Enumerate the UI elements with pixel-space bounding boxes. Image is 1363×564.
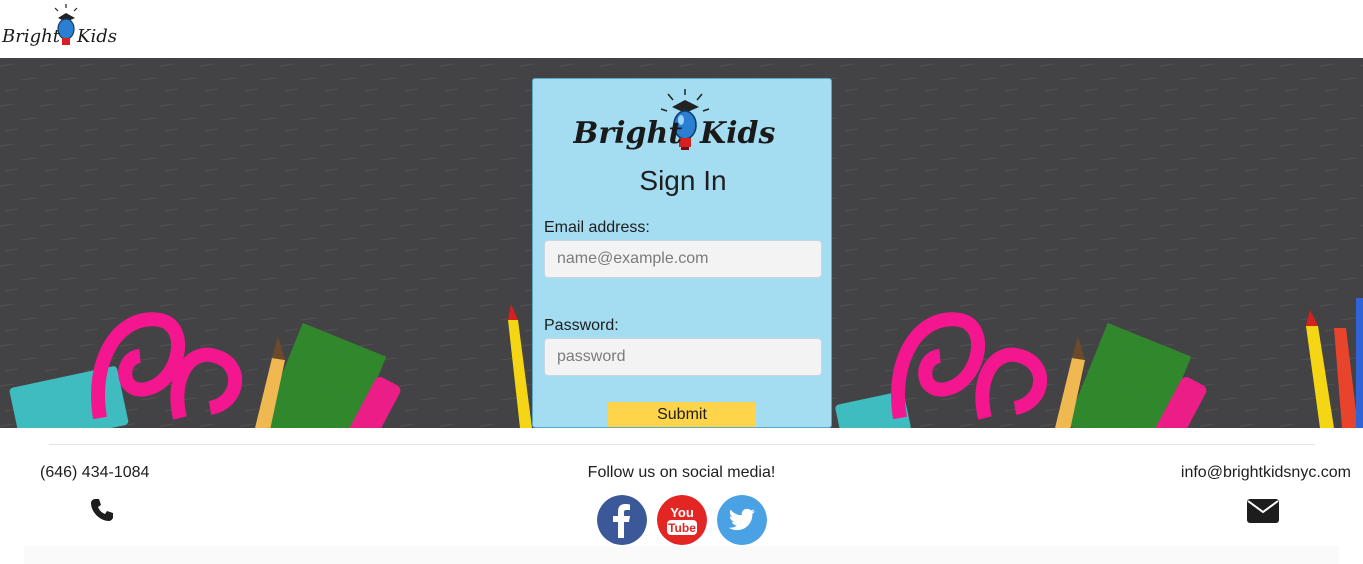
youtube-text-you: You	[670, 505, 694, 520]
password-field[interactable]	[544, 338, 822, 376]
logo-text-kids: Kids	[699, 116, 775, 151]
logo-text-bright: Bright	[1, 26, 61, 47]
envelope-icon[interactable]	[1247, 499, 1279, 523]
signin-card: Bright Kids Sign In Email address: Passw…	[532, 78, 832, 428]
signin-title: Sign In	[639, 165, 727, 196]
social-links: You Tube	[597, 495, 769, 547]
brightkids-logo[interactable]: Bright Kids	[0, 4, 122, 54]
submit-button[interactable]: Submit	[608, 402, 756, 427]
page-footer: (646) 434-1084 Follow us on social media…	[0, 428, 1363, 564]
youtube-text-tube: Tube	[668, 521, 696, 535]
logo-text-bright: Bright	[573, 116, 682, 151]
twitter-icon[interactable]	[717, 495, 767, 545]
brightkids-card-logo: Bright Kids	[573, 89, 775, 151]
phone-icon[interactable]	[89, 497, 115, 523]
top-navbar: Bright Kids	[0, 0, 1363, 58]
password-label: Password:	[544, 317, 619, 334]
facebook-icon[interactable]	[597, 495, 647, 545]
social-heading: Follow us on social media!	[587, 464, 776, 481]
email-label: Email address:	[544, 219, 650, 236]
logo-text-kids: Kids	[76, 26, 117, 47]
youtube-icon[interactable]: You Tube	[657, 495, 707, 545]
footer-divider	[49, 444, 1315, 445]
footer-bottom-strip	[24, 546, 1339, 564]
contact-email[interactable]: info@brightkidsnyc.com	[1181, 464, 1351, 482]
email-field[interactable]	[544, 240, 822, 278]
